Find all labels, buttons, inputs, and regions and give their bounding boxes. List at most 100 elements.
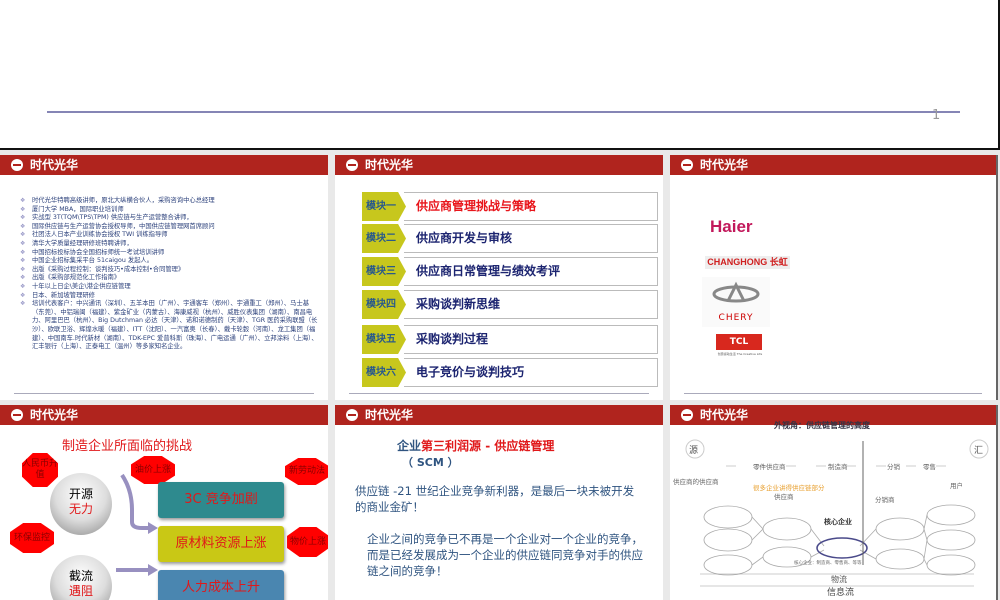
module-title: 供应商开发与审核 — [404, 224, 658, 253]
bio-item: 十年以上日企\美企\港企供应链管理 — [20, 283, 320, 292]
footer-rule — [684, 393, 982, 394]
sphere-label: 无力 — [68, 502, 93, 516]
tcl-logo: TCL — [716, 334, 762, 350]
slide-1-thumbnail[interactable]: 1 — [0, 0, 1000, 150]
bio-item: 清华大学质量经理研修班特聘讲师， — [20, 240, 320, 249]
module-title: 电子竞价与谈判技巧 — [404, 358, 658, 387]
sphere-label: 遇阻 — [68, 584, 93, 598]
module-title: 采购谈判过程 — [404, 325, 658, 354]
bio-item: 培训代表客户：中兴通讯（深圳）、五羊本田（广州）、宇通客车（郑州）、宇通重工（郑… — [20, 300, 320, 352]
slide-3-thumbnail[interactable]: 时代光华 模块一 供应商管理挑战与策略 模块二 供应商开发与审核 模块三 供应商日常管理与… — [335, 155, 663, 400]
brand-logo-icon — [11, 159, 23, 171]
supplier-of-supplier-label: 供应商的供应商 — [673, 478, 719, 486]
brand-name: 时代光华 — [700, 158, 749, 172]
challenge-box: 3C 竞争加剧 — [158, 482, 284, 518]
chery-wordmark: CHERY — [718, 313, 754, 323]
module-label: 模块五 — [362, 325, 406, 354]
module-label: 模块四 — [362, 290, 406, 319]
challenge-octagon: 物价上涨 — [287, 527, 328, 557]
module-row: 模块五 采购谈判过程 — [362, 325, 658, 354]
info-flow-label: 信息流 — [827, 588, 855, 598]
module-label: 模块六 — [362, 358, 406, 387]
haier-logo: Haier — [710, 217, 753, 236]
module-label: 模块二 — [362, 224, 406, 253]
slide-title: 制造企业所面临的挑战 — [62, 439, 193, 454]
slide-4-thumbnail[interactable]: 时代光华 Haier CHANGHONG 长虹 CHERY TCL 创意感动生活… — [670, 155, 998, 400]
module-row: 模块四 采购谈判新思维 — [362, 290, 658, 319]
diagram-title: 外视角：供应链管理的高度 — [774, 421, 870, 430]
challenge-box: 原材料资源上涨 — [158, 526, 284, 562]
footer-rule — [349, 393, 649, 394]
supply-chain-diagram — [685, 439, 989, 587]
bio-item: 日本、新加坡管理研修 — [20, 292, 320, 301]
sink-label: 汇 — [974, 446, 984, 456]
bio-item: 厦门大学 MBA，国际职业培训师 — [20, 206, 320, 215]
distributor-label: 分销商 — [875, 496, 895, 504]
module-row: 模块六 电子竞价与谈判技巧 — [362, 358, 658, 387]
changhong-logo: CHANGHONG 长虹 — [705, 256, 790, 269]
brand-name: 时代光华 — [30, 158, 79, 172]
stage-label: 制造商 — [828, 463, 848, 471]
slide-2-thumbnail[interactable]: 时代光华 时代光华特聘高级讲师，原北大纵横合伙人，采购咨询中心总经理 厦门大学 … — [0, 155, 328, 400]
brand-logo-icon — [11, 409, 23, 421]
module-title: 采购谈判新思维 — [404, 290, 658, 319]
slide-6-thumbnail[interactable]: 时代光华 企业第三利润源 - 供应链管理 （ SCM ） 供应链 -21 世纪企… — [335, 405, 663, 600]
footer-rule — [14, 393, 314, 394]
brand-logo-icon — [346, 159, 358, 171]
challenge-octagon: 环保监控 — [10, 523, 54, 553]
stage-label: 分销 — [887, 463, 900, 471]
slide-number: 1 — [932, 108, 941, 123]
stage-label: 零件供应商 — [753, 463, 786, 471]
slide-rule — [47, 111, 960, 113]
bio-item: 时代光华特聘高级讲师，原北大纵横合伙人，采购咨询中心总经理 — [20, 197, 320, 206]
slide-header: 时代光华 — [0, 155, 328, 175]
module-title: 供应商管理挑战与策略 — [404, 192, 658, 221]
source-label: 源 — [689, 446, 699, 456]
slide-subtitle: （ SCM ） — [402, 456, 459, 469]
title-prefix: 企业 — [397, 439, 422, 453]
brand-logo-icon — [346, 409, 358, 421]
bio-item: 中国企业招标集采平台 51caigou 发起人。 — [20, 257, 320, 266]
bio-item: 出版《采购部规范化工作指南》 — [20, 274, 320, 283]
slide-5-thumbnail[interactable]: 时代光华 制造企业所面临的挑战 人民币升值 油价上涨 新劳动法 环保监控 物价上… — [0, 405, 328, 600]
challenge-octagon: 油价上涨 — [131, 456, 175, 484]
chery-logo: CHERY — [702, 277, 770, 327]
brand-name: 时代光华 — [365, 158, 414, 172]
user-label: 用户 — [950, 482, 963, 490]
brand-name: 时代光华 — [30, 408, 79, 422]
challenge-octagon: 人民币升值 — [22, 453, 58, 487]
module-label: 模块一 — [362, 192, 406, 221]
sphere-label: 开源 — [68, 487, 93, 501]
challenge-sphere: 截流 遇阻 — [50, 555, 112, 600]
bio-item: 中国招标投标协会全国招标师统一考试培训讲师 — [20, 249, 320, 258]
supplier-label: 供应商 — [774, 493, 794, 501]
challenge-octagon: 新劳动法 — [285, 458, 328, 485]
instructor-bio-list: 时代光华特聘高级讲师，原北大纵横合伙人，采购咨询中心总经理 厦门大学 MBA，国… — [20, 197, 320, 352]
slide-paragraph: 供应链 -21 世纪企业竞争新利器，是最后一块未被开发的商业金矿！ — [355, 484, 635, 514]
module-row: 模块二 供应商开发与审核 — [362, 224, 658, 253]
challenge-box: 人力成本上升 — [158, 570, 284, 600]
brand-name: 时代光华 — [365, 408, 414, 422]
flow-arrows — [116, 473, 158, 576]
module-title: 供应商日常管理与绩效考评 — [404, 257, 658, 286]
challenge-sphere: 开源 无力 — [50, 473, 112, 535]
slide-header: 时代光华 — [0, 405, 328, 425]
module-label: 模块三 — [362, 257, 406, 286]
bio-item: 实战型 3T(TQM\TPS\TPM) 供应链与生产运营整合讲师， — [20, 214, 320, 223]
slide-paragraph: 企业之间的竞争已不再是一个企业对一个企业的竞争，而是已经发展成为一个企业的供应链… — [367, 532, 643, 578]
slide-title: 企业第三利润源 - 供应链管理 — [397, 437, 554, 454]
slide-header: 时代光华 — [670, 155, 996, 175]
core-note: 核心企业：制造商、零售商、等等 — [794, 561, 862, 566]
title-highlight: 第三利润源 - 供应链管理 — [421, 439, 555, 453]
stage-label: 零售 — [923, 463, 936, 471]
logistics-label: 物流 — [831, 575, 847, 584]
module-row: 模块一 供应商管理挑战与策略 — [362, 192, 658, 221]
bio-item: 社团法人日本产业训练协会授权 TWI 训练指导师 — [20, 231, 320, 240]
slide-header: 时代光华 — [335, 405, 663, 425]
tcl-tagline: 创意感动生活 The Creative Life — [717, 352, 763, 356]
chery-emblem-icon — [712, 281, 760, 303]
slide-7-thumbnail[interactable]: 时代光华 外视角：供应链管理的高度 源 汇 零件供应商 制造商 分销 零售 供应… — [670, 405, 998, 600]
core-enterprise-label: 核心企业 — [824, 518, 852, 526]
module-row: 模块三 供应商日常管理与绩效考评 — [362, 257, 658, 286]
sphere-label: 截流 — [68, 569, 93, 583]
